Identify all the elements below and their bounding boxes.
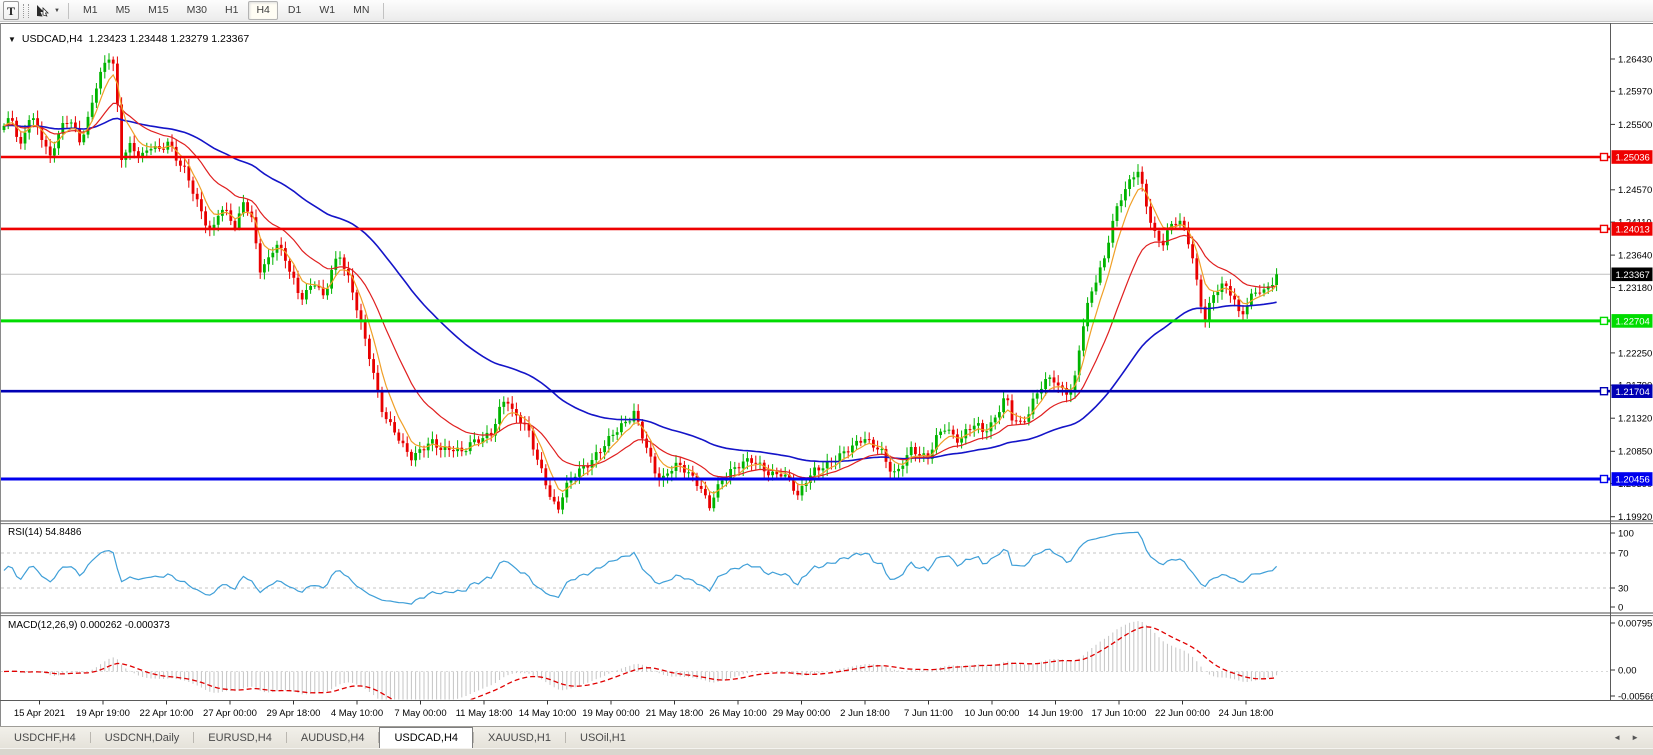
rsi-axis-label: 70 xyxy=(1618,548,1629,559)
tab-usdcad-h4[interactable]: USDCAD,H4 xyxy=(379,727,473,748)
time-axis-label: 14 Jun 19:00 xyxy=(1028,708,1083,719)
price-axis-label: 1.25970 xyxy=(1618,87,1652,98)
price-axis-label: 1.22250 xyxy=(1618,348,1652,359)
time-axis-label: 29 Apr 18:00 xyxy=(267,708,321,719)
application-window: T ▼ M1M5M15M30H1H4D1W1MN 1.264301.259701… xyxy=(0,0,1653,755)
time-axis-label: 22 Jun 00:00 xyxy=(1155,708,1210,719)
price-axis-label: 1.26430 xyxy=(1618,54,1652,65)
rsi-axis-label: 100 xyxy=(1618,528,1634,539)
rsi-axis-label: 30 xyxy=(1618,583,1629,594)
tab-eurusd-h4[interactable]: EURUSD,H4 xyxy=(194,727,286,748)
level-line-handle xyxy=(1601,317,1608,324)
time-axis-label: 11 May 18:00 xyxy=(456,708,513,719)
macd-axis-label: 0.007959 xyxy=(1618,618,1653,629)
time-axis-label: 21 May 18:00 xyxy=(646,708,704,719)
current-price-badge-label: 1.23367 xyxy=(1616,270,1650,281)
toolbar: T ▼ M1M5M15M30H1H4D1W1MN xyxy=(0,0,1653,22)
timeframe-button-h1[interactable]: H1 xyxy=(217,1,246,20)
tab-usdchf-h4[interactable]: USDCHF,H4 xyxy=(0,727,90,748)
chart-canvas[interactable]: 1.264301.259701.255001.245701.241101.236… xyxy=(0,0,1653,755)
macd-axis-label: 0.00 xyxy=(1618,665,1637,676)
timeframe-button-m15[interactable]: M15 xyxy=(140,1,176,20)
level-line-handle xyxy=(1601,225,1608,232)
tab-usoil-h1[interactable]: USOil,H1 xyxy=(566,727,640,748)
time-axis-label: 4 May 10:00 xyxy=(331,708,383,719)
ohlc-values: 1.23423 1.23448 1.23279 1.23367 xyxy=(89,33,250,45)
time-axis-label: 19 May 00:00 xyxy=(582,708,640,719)
level-price-badge-label: 1.22704 xyxy=(1616,317,1650,328)
timeframe-button-w1[interactable]: W1 xyxy=(311,1,343,20)
chart-plot-area[interactable] xyxy=(0,23,1653,726)
price-axis-label: 1.23180 xyxy=(1618,283,1652,294)
time-axis-label: 10 Jun 00:00 xyxy=(965,708,1020,719)
price-axis-label: 1.19920 xyxy=(1618,512,1652,523)
timeframe-button-m30[interactable]: M30 xyxy=(179,1,215,20)
timeframe-toolbar: M1M5M15M30H1H4D1W1MN xyxy=(74,0,378,22)
macd-label: MACD(12,26,9) 0.000262 -0.000373 xyxy=(8,620,170,631)
level-line-handle xyxy=(1601,154,1608,161)
tab-audusd-h4[interactable]: AUDUSD,H4 xyxy=(287,727,379,748)
tab-scroll-right-icon[interactable]: ► xyxy=(1631,733,1639,742)
level-price-badge-label: 1.25036 xyxy=(1616,153,1650,164)
timeframe-button-m5[interactable]: M5 xyxy=(108,1,139,20)
time-axis-label: 22 Apr 10:00 xyxy=(140,708,194,719)
toolbar-separator xyxy=(68,3,69,19)
status-strip xyxy=(0,748,1653,755)
symbol-title: USDCAD,H4 xyxy=(22,33,83,45)
time-axis-label: 14 May 10:00 xyxy=(519,708,577,719)
symbol-dropdown-icon[interactable]: ▼ xyxy=(8,35,16,44)
time-axis-label: 27 Apr 00:00 xyxy=(203,708,257,719)
timeframe-button-mn[interactable]: MN xyxy=(345,1,377,20)
text-tool-button[interactable]: T xyxy=(3,1,19,20)
timeframe-button-m1[interactable]: M1 xyxy=(75,1,106,20)
tab-scroll-controls: ◄► xyxy=(1613,727,1653,748)
cursor-tool-button[interactable]: ▼ xyxy=(32,2,63,19)
price-axis-label: 1.24570 xyxy=(1618,185,1652,196)
chart-header: ▼ USDCAD,H4 1.23423 1.23448 1.23279 1.23… xyxy=(8,33,249,45)
price-axis-label: 1.25500 xyxy=(1618,120,1652,131)
price-axis-label: 1.23640 xyxy=(1618,251,1652,262)
level-price-badge-label: 1.24013 xyxy=(1616,225,1650,236)
time-axis-label: 19 Apr 19:00 xyxy=(76,708,130,719)
time-axis-label: 15 Apr 2021 xyxy=(14,708,65,719)
tab-scroll-left-icon[interactable]: ◄ xyxy=(1613,733,1621,742)
timeframe-button-h4[interactable]: H4 xyxy=(248,1,277,20)
toolbar-grip xyxy=(23,4,29,18)
level-line-handle xyxy=(1601,388,1608,395)
dropdown-caret-icon: ▼ xyxy=(54,8,60,14)
time-axis-label: 29 May 00:00 xyxy=(773,708,831,719)
chart-tab-bar: USDCHF,H4USDCNH,DailyEURUSD,H4AUDUSD,H4U… xyxy=(0,726,1653,748)
price-axis-label: 1.21320 xyxy=(1618,414,1652,425)
toolbar-separator xyxy=(383,3,384,19)
level-price-badge-label: 1.21704 xyxy=(1616,387,1650,398)
price-axis-label: 1.20850 xyxy=(1618,447,1652,458)
time-axis-label: 17 Jun 10:00 xyxy=(1092,708,1147,719)
level-price-badge-label: 1.20456 xyxy=(1616,475,1650,486)
time-axis-label: 2 Jun 18:00 xyxy=(840,708,890,719)
text-tool-icon: T xyxy=(7,5,15,17)
time-axis-label: 7 Jun 11:00 xyxy=(904,708,953,719)
level-line-handle xyxy=(1601,476,1608,483)
time-axis-label: 7 May 00:00 xyxy=(394,708,446,719)
time-axis-label: 24 Jun 18:00 xyxy=(1219,708,1274,719)
macd-axis-label: -0.005663 xyxy=(1618,691,1653,702)
time-axis-label: 26 May 10:00 xyxy=(709,708,767,719)
tab-xauusd-h1[interactable]: XAUUSD,H1 xyxy=(474,727,565,748)
rsi-axis-label: 0 xyxy=(1618,602,1623,613)
tab-usdcnh-daily[interactable]: USDCNH,Daily xyxy=(91,727,194,748)
rsi-label: RSI(14) 54.8486 xyxy=(8,527,81,538)
timeframe-button-d1[interactable]: D1 xyxy=(280,1,309,20)
cursor-icon xyxy=(35,4,51,18)
